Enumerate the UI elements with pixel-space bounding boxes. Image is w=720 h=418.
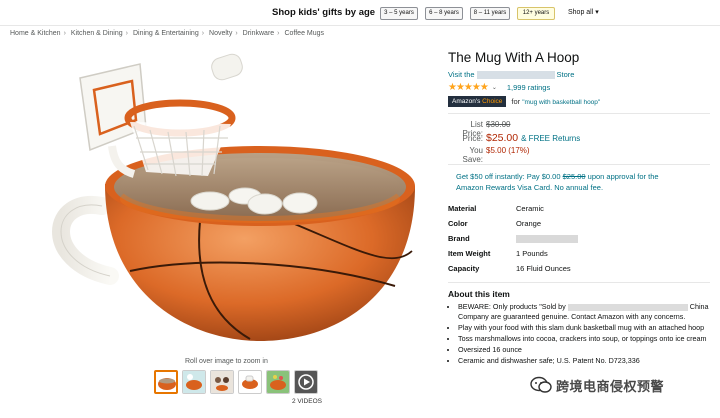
promo-strike-price: $25.00 [562, 172, 586, 182]
mug-thumb-icon [158, 378, 176, 390]
spec-value: 16 Fluid Ounces [516, 264, 571, 274]
price-label: Price: [462, 134, 483, 144]
price-value: $25.00 [486, 132, 519, 145]
rating-row: ★★★★★ ⌄ 1,999 ratings [448, 82, 710, 93]
spec-table: Material Ceramic Color Orange Brand Item W… [448, 201, 710, 276]
product-details: The Mug With A Hoop Visit the Store ★★★★★… [448, 50, 710, 367]
choice-for-label: for [511, 97, 521, 107]
age-gift-banner: Shop kids' gifts by age 3 – 5 years 6 – … [0, 0, 720, 26]
breadcrumb-separator: › [235, 30, 238, 37]
ratings-count-link[interactable]: 1,999 ratings [507, 83, 550, 92]
thumbnail-3[interactable] [210, 370, 234, 394]
bullet-item: Play with your food with this slam dunk … [458, 323, 710, 333]
thumbnail-1[interactable] [154, 370, 178, 394]
breadcrumb-item[interactable]: Novelty [209, 30, 232, 37]
banner-title: Shop kids' gifts by age [272, 7, 376, 18]
mug-toss-thumb-icon [183, 371, 205, 393]
thumbnail-2[interactable] [182, 370, 206, 394]
star-rating-icon[interactable]: ★★★★★ [448, 82, 489, 93]
age-6-8-button[interactable]: 6 – 8 years [425, 7, 463, 20]
spec-value: 1 Pounds [516, 249, 548, 259]
breadcrumb-item[interactable]: Dining & Entertaining [133, 30, 199, 37]
spec-key: Item Weight [448, 249, 491, 259]
spec-key: Color [448, 219, 468, 229]
bullet-1a: BEWARE: Only products "Sold by [458, 302, 566, 312]
divider [448, 282, 710, 284]
spec-value: Ceramic [516, 204, 544, 214]
watermark: 跨境电商侵权预警 [530, 374, 720, 396]
bullet-item: Oversized 16 ounce [458, 345, 710, 355]
thumbnail-video[interactable] [294, 370, 318, 394]
store-link-prefix: Visit the [448, 70, 475, 79]
videos-label[interactable]: 2 VIDEOS [292, 398, 322, 405]
redacted-store-name [476, 71, 555, 80]
you-save-label: You Save: [462, 146, 483, 165]
product-title: The Mug With A Hoop [448, 50, 580, 65]
product-main-image[interactable] [50, 46, 430, 354]
spec-row-material: Material Ceramic [448, 201, 710, 216]
age-8-11-button[interactable]: 8 – 11 years [470, 7, 510, 20]
divider [448, 164, 710, 166]
you-save-value: $5.00 (17%) [486, 146, 530, 156]
spec-key: Material [448, 204, 477, 214]
breadcrumb-item[interactable]: Kitchen & Dining [71, 30, 123, 37]
kids-thumb-icon [211, 371, 233, 393]
about-title: About this item [448, 289, 510, 300]
breadcrumb-item[interactable]: Drinkware [243, 30, 275, 37]
bullet-item: BEWARE: Only products "Sold by China Com… [458, 302, 710, 322]
promo-line2: Amazon Rewards Visa Card. No annual fee. [456, 183, 604, 193]
price-block: List Price: $30.00 Price: $25.00 & FREE … [448, 120, 710, 164]
store-link[interactable]: Visit the Store [448, 70, 710, 80]
breadcrumb-separator: › [125, 30, 128, 37]
store-link-suffix: Store [556, 70, 575, 79]
bullet-item: Ceramic and dishwasher safe; U.S. Patent… [458, 356, 710, 366]
redacted-brand [516, 234, 578, 243]
spec-row-capacity: Capacity 16 Fluid Ounces [448, 261, 710, 276]
breadcrumb-item[interactable]: Coffee Mugs [284, 30, 324, 37]
thumbnail-5[interactable] [266, 370, 290, 394]
chevron-down-icon[interactable]: ⌄ [492, 84, 497, 91]
zoom-hint: Roll over image to zoom in [185, 358, 268, 365]
spec-row-weight: Item Weight 1 Pounds [448, 246, 710, 261]
breadcrumb: Home & Kitchen › Kitchen & Dining › Dining… [10, 30, 324, 37]
spec-row-brand: Brand [448, 231, 710, 246]
shop-all-link[interactable]: Shop all ▾ [568, 8, 599, 16]
age-12-plus-button[interactable]: 12+ years [517, 7, 555, 20]
spec-value: Orange [516, 219, 542, 229]
breadcrumb-separator: › [201, 30, 205, 37]
video-play-icon [298, 374, 314, 390]
spec-key: Capacity [448, 264, 480, 274]
bullet-item: Toss marshmallows into cocoa, crackers i… [458, 334, 710, 344]
choice-badge-brand: Amazon's [452, 98, 481, 106]
promo-line1-b: upon approval for the [587, 172, 659, 182]
breadcrumb-separator: › [63, 30, 66, 37]
choice-for-text: for "mug with basketball hoop" [511, 97, 600, 106]
redacted-seller [567, 303, 688, 311]
spec-key: Brand [448, 234, 470, 244]
divider [448, 113, 710, 115]
list-price-value: $30.00 [486, 120, 511, 130]
thumbnail-4[interactable] [238, 370, 262, 394]
age-3-5-button[interactable]: 3 – 5 years [380, 7, 418, 20]
choice-query-link[interactable]: "mug with basketball hoop" [522, 99, 600, 106]
promo-line1-a: Get $50 off instantly: Pay $0.00 [456, 172, 561, 182]
spec-row-color: Color Orange [448, 216, 710, 231]
about-bullets: BEWARE: Only products "Sold by China Com… [448, 302, 710, 366]
breadcrumb-item[interactable]: Home & Kitchen [10, 30, 61, 37]
breadcrumb-separator: › [277, 30, 280, 37]
rewards-card-promo[interactable]: Get $50 off instantly: Pay $0.00 $25.00 … [448, 171, 710, 193]
amazons-choice-badge: Amazon's Choice [448, 96, 507, 108]
choice-badge-word: Choice [482, 98, 503, 106]
wechat-logo-icon [530, 376, 552, 393]
cereal-thumb-icon [267, 371, 289, 393]
free-returns-link[interactable]: & FREE Returns [521, 134, 580, 143]
marshmallow-thumb-icon [242, 375, 258, 389]
watermark-text: 跨境电商侵权预警 [556, 378, 665, 394]
mug-with-hoop-illustration [52, 53, 415, 341]
choice-row: Amazon's Choice for "mug with basketball… [448, 96, 710, 108]
